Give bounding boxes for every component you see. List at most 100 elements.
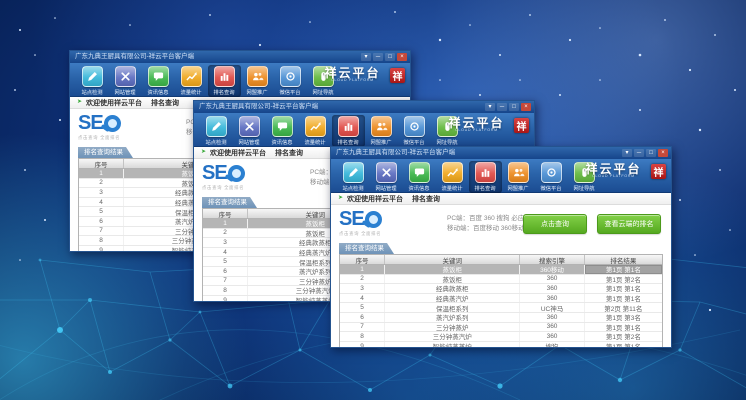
toolbar-item-news-info[interactable]: 资讯信息: [266, 115, 299, 147]
table-cell: 蒸饭柜: [385, 265, 520, 274]
title-bar[interactable]: 广东九典王厨具有限公司-祥云平台客户端 ▾ ─ □ ×: [70, 51, 410, 63]
table-row[interactable]: 3经典款蒸柜360第1页 第1名: [340, 284, 662, 294]
toolbar-item-rank-query[interactable]: 排名查询: [469, 161, 502, 193]
table-cell: 5: [203, 257, 248, 266]
toolbar-item-label: 站点检测: [82, 88, 103, 96]
main-toolbar: 站点检测网站管理资讯信息流量统计排名查询网盟推广微信平台网址导航 祥云平台 CL…: [194, 113, 534, 147]
toolbar-item-site-check[interactable]: 站点检测: [76, 65, 109, 97]
tab-rank-results[interactable]: 排名查询结果: [339, 243, 394, 254]
tab-rank-results[interactable]: 排名查询结果: [202, 197, 257, 208]
tab-rank-results[interactable]: 排名查询结果: [78, 147, 133, 158]
table-cell: 4: [203, 248, 248, 257]
brand-subtitle: CLOUD PLATFORM: [331, 79, 374, 82]
table-cell: 第1页 第3名: [585, 313, 662, 322]
traffic-stats-icon: [305, 116, 326, 137]
header-rank[interactable]: 排名结果: [585, 255, 662, 264]
toolbar-item-label: 资讯信息: [409, 184, 430, 192]
table-cell: 6: [203, 267, 248, 276]
breadcrumb-welcome: 欢迎使用祥云平台: [347, 194, 403, 204]
toolbar-item-alliance-promo[interactable]: 网盟推广: [365, 115, 398, 147]
toolbar-item-site-manage[interactable]: 网站管理: [370, 161, 403, 193]
toolbar-item-site-manage[interactable]: 网站管理: [233, 115, 266, 147]
table-cell: 第1页 第1名: [585, 265, 662, 274]
alliance-promo-icon: [371, 116, 392, 137]
news-info-icon: [272, 116, 293, 137]
table-row[interactable]: 1蒸饭柜360移动第1页 第1名: [340, 265, 662, 275]
brand-name: 祥云平台: [442, 117, 511, 129]
table-cell: 360: [520, 313, 584, 322]
toolbar-item-traffic-stats[interactable]: 流量统计: [299, 115, 332, 147]
brand-subtitle: CLOUD PLATFORM: [455, 129, 498, 132]
toolbar-item-wechat-platform[interactable]: 微信平台: [274, 65, 307, 97]
seo-tagline: 点击查询 全面排名: [78, 134, 150, 140]
seo-tagline: 点击查询 全面排名: [339, 230, 411, 236]
site-manage-icon: [376, 162, 397, 183]
window-title: 广东九典王厨具有限公司-祥云平台客户端: [336, 147, 622, 159]
maximize-icon[interactable]: □: [646, 149, 656, 157]
breadcrumb-section: 排名查询: [412, 194, 440, 204]
close-icon[interactable]: ×: [521, 103, 531, 111]
table-cell: 第1页 第1名: [585, 342, 662, 348]
skin-icon[interactable]: ▾: [485, 103, 495, 111]
title-bar[interactable]: 广东九典王厨具有限公司-祥云平台客户端 ▾ ─ □ ×: [194, 101, 534, 113]
wechat-platform-icon: [280, 66, 301, 87]
toolbar-item-wechat-platform[interactable]: 微信平台: [535, 161, 568, 193]
table-row[interactable]: 7三分钟蒸炉360第1页 第1名: [340, 323, 662, 333]
toolbar-item-rank-query[interactable]: 排名查询: [208, 65, 241, 97]
header-index[interactable]: 序号: [340, 255, 385, 264]
rank-query-icon: [214, 66, 235, 87]
table-row[interactable]: 5保温柜系列UC神马第2页 第11名: [340, 303, 662, 313]
toolbar-item-news-info[interactable]: 资讯信息: [403, 161, 436, 193]
toolbar-item-alliance-promo[interactable]: 网盟推广: [502, 161, 535, 193]
close-icon[interactable]: ×: [658, 149, 668, 157]
table-cell: 1: [79, 169, 124, 178]
toolbar-item-rank-query[interactable]: 排名查询: [332, 115, 365, 147]
toolbar-item-site-check[interactable]: 站点检测: [200, 115, 233, 147]
header-engine[interactable]: 搜索引擎: [520, 255, 584, 264]
toolbar-item-news-info[interactable]: 资讯信息: [142, 65, 175, 97]
minimize-icon[interactable]: ─: [373, 53, 383, 61]
minimize-icon[interactable]: ─: [634, 149, 644, 157]
header-index[interactable]: 序号: [79, 159, 124, 168]
toolbar-item-site-manage[interactable]: 网站管理: [109, 65, 142, 97]
table-cell: 360: [520, 294, 584, 303]
close-icon[interactable]: ×: [397, 53, 407, 61]
query-button[interactable]: 点击查询: [523, 214, 587, 234]
header-keyword[interactable]: 关键词: [385, 255, 520, 264]
minimize-icon[interactable]: ─: [497, 103, 507, 111]
maximize-icon[interactable]: □: [385, 53, 395, 61]
toolbar-item-label: 微信平台: [280, 88, 301, 96]
seo-letters: SE: [78, 113, 103, 133]
skin-icon[interactable]: ▾: [622, 149, 632, 157]
toolbar-item-traffic-stats[interactable]: 流量统计: [436, 161, 469, 193]
magnifier-icon: [365, 211, 382, 228]
breadcrumb-section: 排名查询: [151, 98, 179, 108]
app-window: 广东九典王厨具有限公司-祥云平台客户端 ▾ ─ □ × 站点检测网站管理资讯信息…: [330, 146, 672, 348]
toolbar-item-label: 网盟推广: [508, 184, 529, 192]
breadcrumb-welcome: 欢迎使用祥云平台: [210, 148, 266, 158]
title-bar[interactable]: 广东九典王厨具有限公司-祥云平台客户端 ▾ ─ □ ×: [331, 147, 671, 159]
table-row[interactable]: 2蒸饭柜360第1页 第2名: [340, 275, 662, 285]
brand-logo: 祥云平台 CLOUD PLATFORM 祥: [579, 163, 666, 180]
skin-icon[interactable]: ▾: [361, 53, 371, 61]
header-index[interactable]: 序号: [203, 209, 248, 218]
table-row[interactable]: 9智能纯蒸蒸炉搜狗第1页 第1名: [340, 342, 662, 348]
alliance-promo-icon: [508, 162, 529, 183]
table-row[interactable]: 4经典蒸汽炉360第1页 第1名: [340, 294, 662, 304]
breadcrumb-marker-icon: ➤: [201, 147, 206, 158]
toolbar-item-site-check[interactable]: 站点检测: [337, 161, 370, 193]
brand-seal: 祥: [651, 164, 666, 179]
table-row[interactable]: 6蒸汽炉系列360第1页 第3名: [340, 313, 662, 323]
toolbar-item-label: 微信平台: [404, 138, 425, 146]
toolbar-item-label: 资讯信息: [148, 88, 169, 96]
toolbar-item-wechat-platform[interactable]: 微信平台: [398, 115, 431, 147]
toolbar-item-alliance-promo[interactable]: 网盟推广: [241, 65, 274, 97]
brand-name: 祥云平台: [579, 163, 648, 175]
site-manage-icon: [239, 116, 260, 137]
maximize-icon[interactable]: □: [509, 103, 519, 111]
toolbar-item-traffic-stats[interactable]: 流量统计: [175, 65, 208, 97]
toolbar-item-label: 微信平台: [541, 184, 562, 192]
tab-row: 排名查询结果: [331, 242, 671, 254]
cloud-rank-button[interactable]: 查看云端的排名: [597, 214, 661, 234]
table-row[interactable]: 8三分钟蒸汽炉360第1页 第2名: [340, 332, 662, 342]
